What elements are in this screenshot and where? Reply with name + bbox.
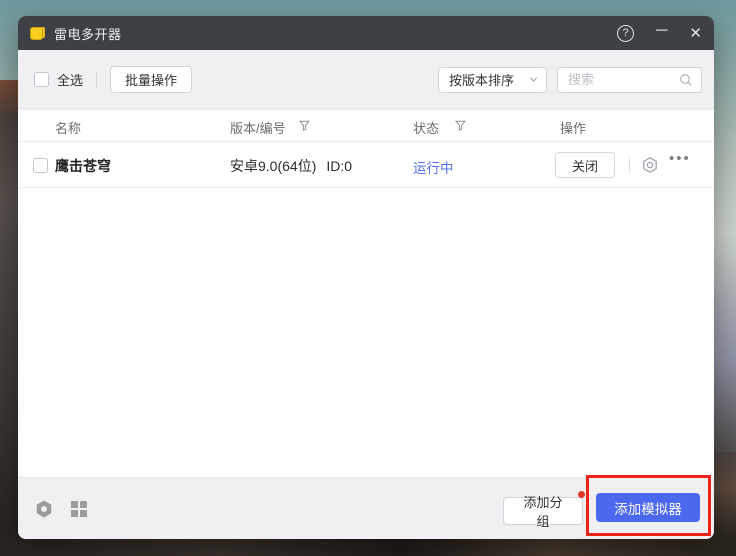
app-window: ⚡ 雷电多开器 ? ─ ✕ 全选 批量操作 按版本排序 bbox=[18, 16, 714, 539]
row-checkbox[interactable] bbox=[33, 158, 48, 173]
emulator-id: ID:0 bbox=[326, 158, 352, 174]
add-emulator-button[interactable]: 添加模拟器 bbox=[596, 493, 700, 522]
grid-view-icon[interactable] bbox=[70, 500, 88, 518]
row-actions-divider bbox=[629, 157, 630, 173]
version-filter-icon[interactable] bbox=[299, 120, 310, 131]
notification-dot bbox=[578, 491, 585, 498]
sort-dropdown-value: 按版本排序 bbox=[449, 70, 529, 89]
wallpaper-rock-bottom bbox=[0, 536, 736, 556]
minimize-icon[interactable]: ─ bbox=[656, 22, 667, 44]
status-filter-icon[interactable] bbox=[455, 120, 466, 131]
toolbar-divider bbox=[96, 72, 97, 88]
window-title: 雷电多开器 bbox=[54, 24, 122, 43]
toolbar: 全选 批量操作 按版本排序 bbox=[18, 50, 714, 110]
col-version-header: 版本/编号 bbox=[230, 118, 286, 137]
table-row: 鹰击苍穹 安卓9.0(64位)ID:0 运行中 关闭 ••• bbox=[18, 142, 714, 188]
add-group-button-wrap: 添加分组 bbox=[503, 494, 583, 522]
search-input[interactable] bbox=[568, 72, 679, 87]
add-group-button[interactable]: 添加分组 bbox=[503, 497, 583, 525]
close-icon[interactable]: ✕ bbox=[689, 24, 702, 42]
app-logo-icon: ⚡ bbox=[30, 26, 46, 41]
col-status-header: 状态 bbox=[413, 118, 439, 137]
titlebar: ⚡ 雷电多开器 ? ─ ✕ bbox=[18, 16, 714, 50]
select-all-checkbox[interactable] bbox=[34, 72, 49, 87]
col-actions-header: 操作 bbox=[560, 118, 586, 137]
row-settings-icon[interactable] bbox=[641, 156, 659, 174]
row-more-icon[interactable]: ••• bbox=[669, 150, 691, 167]
help-icon[interactable]: ? bbox=[617, 25, 634, 42]
footer-bar: 添加分组 添加模拟器 bbox=[18, 477, 714, 539]
emulator-name: 鹰击苍穹 bbox=[55, 156, 111, 176]
status-badge: 运行中 bbox=[413, 157, 454, 177]
empty-list-area bbox=[18, 188, 714, 477]
search-icon bbox=[679, 73, 693, 87]
col-name-header: 名称 bbox=[55, 118, 81, 137]
sort-dropdown[interactable]: 按版本排序 bbox=[438, 67, 547, 93]
select-all-label[interactable]: 全选 bbox=[57, 70, 83, 89]
emulator-version: 安卓9.0(64位)ID:0 bbox=[230, 156, 352, 176]
search-box bbox=[557, 67, 702, 93]
table-header: 名称 版本/编号 状态 操作 bbox=[18, 110, 714, 142]
settings-icon[interactable] bbox=[34, 499, 54, 519]
chevron-down-icon bbox=[529, 75, 538, 84]
batch-operations-button[interactable]: 批量操作 bbox=[110, 66, 192, 93]
close-emulator-button[interactable]: 关闭 bbox=[555, 152, 615, 178]
